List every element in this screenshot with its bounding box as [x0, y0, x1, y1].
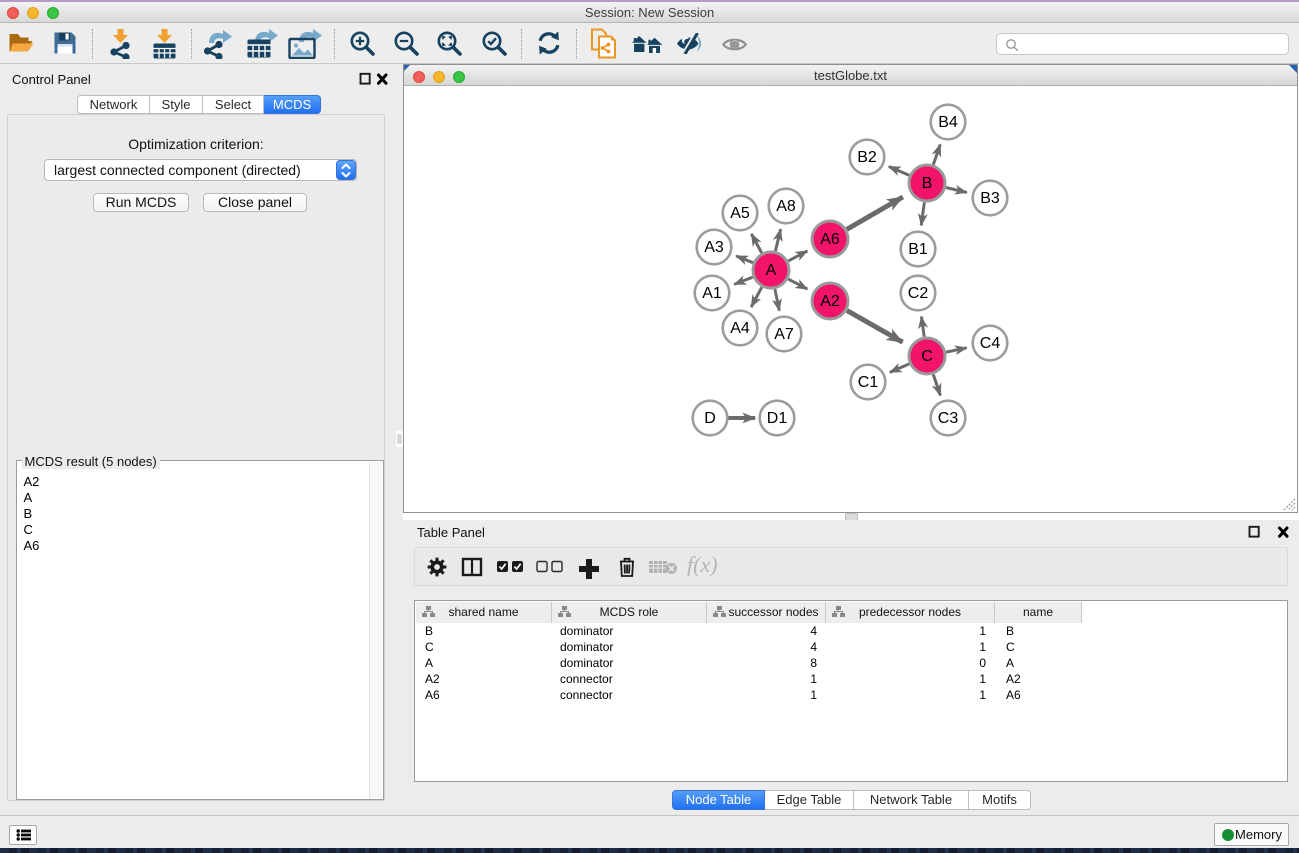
svg-text:C4: C4: [980, 335, 1001, 352]
svg-text:B1: B1: [908, 241, 928, 258]
svg-text:D1: D1: [767, 410, 788, 427]
svg-text:B2: B2: [857, 149, 877, 166]
svg-text:D: D: [704, 410, 716, 427]
svg-text:C: C: [921, 348, 933, 365]
svg-text:A4: A4: [730, 320, 750, 337]
svg-text:C1: C1: [858, 374, 879, 391]
svg-text:B3: B3: [980, 190, 1000, 207]
svg-text:A: A: [766, 262, 777, 279]
svg-text:A5: A5: [730, 205, 750, 222]
svg-text:C2: C2: [908, 285, 929, 302]
svg-text:A2: A2: [820, 293, 840, 310]
svg-text:B: B: [922, 175, 933, 192]
svg-text:A1: A1: [702, 285, 722, 302]
svg-text:A8: A8: [776, 198, 796, 215]
svg-text:B4: B4: [938, 114, 958, 131]
svg-text:C3: C3: [938, 410, 959, 427]
svg-text:A6: A6: [820, 231, 840, 248]
svg-text:A3: A3: [704, 239, 724, 256]
svg-text:A7: A7: [774, 326, 794, 343]
